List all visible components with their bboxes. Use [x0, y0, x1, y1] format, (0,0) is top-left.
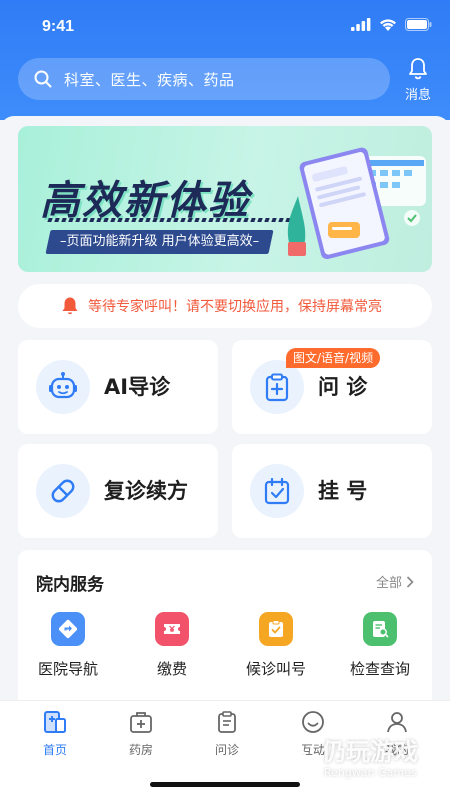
notice-bar: 等待专家呼叫！请不要切换应用，保持屏幕常亮	[18, 284, 432, 328]
navigation-icon	[58, 619, 78, 639]
tab-consultation[interactable]: 问诊	[182, 709, 272, 758]
status-time: 9:41	[42, 18, 75, 35]
home-icon	[44, 711, 66, 733]
consultation-label: 问 诊	[318, 375, 368, 399]
prescription-renewal-label: 复诊续方	[104, 479, 188, 503]
consultation-card[interactable]: 图文/语音/视频 问 诊	[232, 340, 432, 434]
prescription-renewal-card[interactable]: 复诊续方	[18, 444, 218, 538]
queue-icon	[269, 620, 283, 637]
hospital-services: 院内服务 全部 医院导航 缴费 候诊叫号 检查查询	[18, 550, 432, 720]
banner-illustration	[287, 147, 426, 260]
status-bar: 9:41	[0, 0, 450, 54]
header: 9:41 科室、医生、疾病、药品 消息	[0, 0, 450, 120]
clipboard-plus-icon	[265, 373, 289, 402]
banner-subtitle: –页面功能新升级 用户体验更高效–	[45, 230, 274, 254]
status-icons	[351, 18, 432, 31]
search-icon	[34, 69, 54, 89]
pill-icon	[51, 479, 75, 503]
wifi-icon	[380, 19, 396, 31]
search-placeholder: 科室、医生、疾病、药品	[64, 70, 235, 89]
chevron-right-icon	[406, 575, 414, 588]
message-button[interactable]: 消息	[398, 56, 438, 106]
services-title: 院内服务	[36, 575, 104, 595]
search-input[interactable]: 科室、医生、疾病、药品	[18, 58, 390, 100]
battery-icon	[405, 18, 432, 31]
tab-pharmacy[interactable]: 药房	[96, 709, 186, 758]
service-exam-query[interactable]: 检查查询	[330, 612, 430, 679]
report-search-icon	[373, 621, 389, 638]
registration-label: 挂 号	[318, 479, 368, 503]
payment-icon	[164, 624, 180, 634]
ai-triage-label: AI导诊	[104, 375, 171, 399]
watermark: 仍玩游戏 Rengwan Games	[270, 728, 440, 788]
service-payment[interactable]: 缴费	[122, 612, 222, 679]
ai-triage-card[interactable]: AI导诊	[18, 340, 218, 434]
service-hospital-navigation[interactable]: 医院导航	[18, 612, 118, 679]
bell-outline-icon	[409, 58, 427, 80]
tab-home[interactable]: 首页	[10, 709, 100, 758]
promo-banner[interactable]: 高效新体验 –页面功能新升级 用户体验更高效–	[18, 126, 432, 272]
clipboard-icon	[218, 711, 236, 733]
bell-icon	[60, 296, 80, 316]
calendar-check-icon	[264, 477, 290, 505]
services-more-link[interactable]: 全部	[376, 572, 414, 591]
registration-card[interactable]: 挂 号	[232, 444, 432, 538]
main-content: 高效新体验 –页面功能新升级 用户体验更高效– 等待专家呼叫！请不要切换应用，保…	[0, 116, 450, 720]
notice-text: 等待专家呼叫！请不要切换应用，保持屏幕常亮	[88, 299, 382, 315]
watermark-logo-icon	[272, 738, 318, 776]
signal-icon	[351, 18, 371, 31]
banner-stripe	[47, 218, 299, 222]
home-indicator	[150, 782, 300, 787]
service-queue-call[interactable]: 候诊叫号	[226, 612, 326, 679]
message-label: 消息	[404, 88, 431, 103]
robot-icon	[49, 372, 77, 399]
medicine-kit-icon	[130, 712, 152, 733]
